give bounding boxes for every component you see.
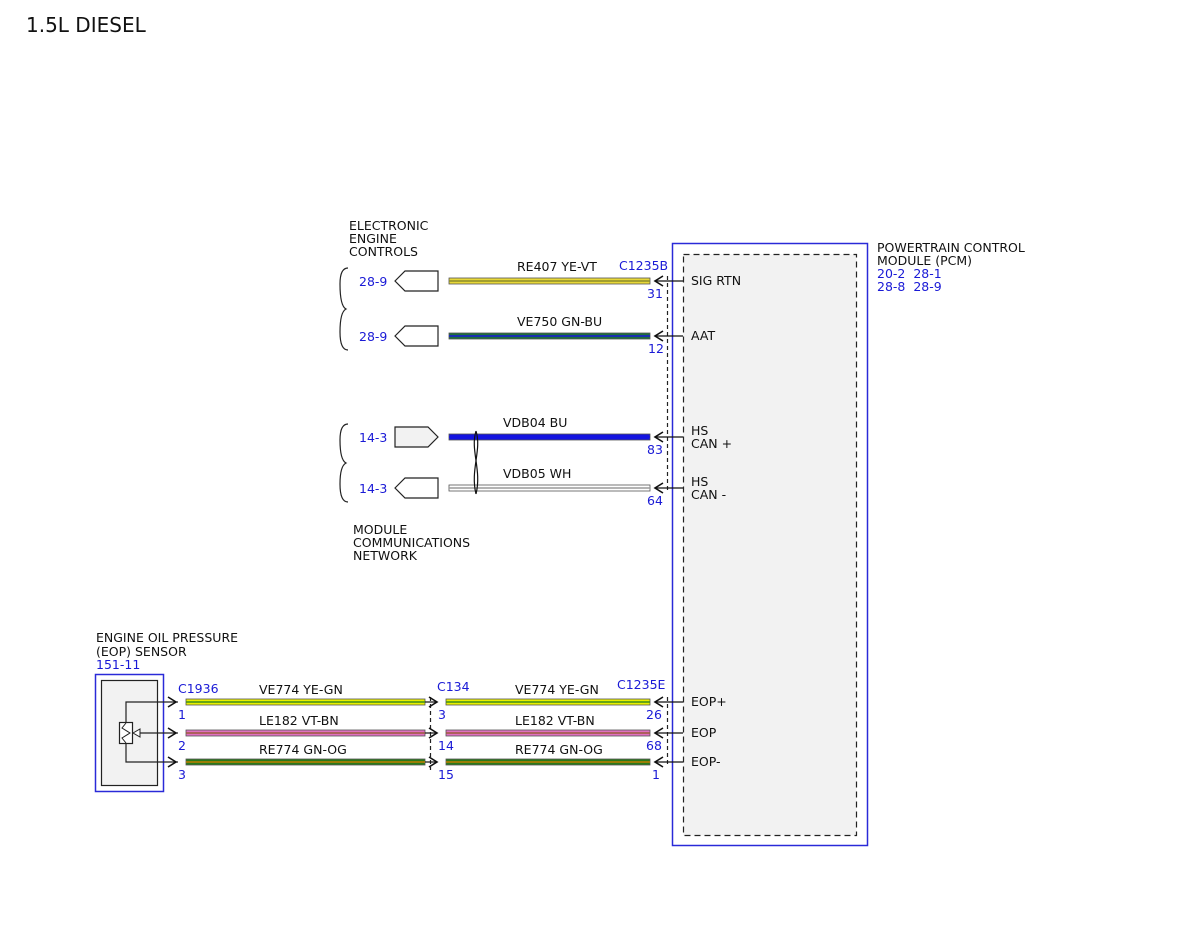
twisted-pair-icon <box>473 430 479 495</box>
sensor-pin-number: 3 <box>178 767 186 782</box>
eop-sensor-ref: 151-11 <box>96 657 140 672</box>
pcm-refs-line2: 28-8 28-9 <box>877 279 942 294</box>
signal-name: EOP+ <box>691 694 727 709</box>
pin-number: 31 <box>647 286 663 301</box>
eec-brace <box>339 267 349 351</box>
circuit-label-2: VE774 YE-GN <box>515 682 599 697</box>
page-connector-icon <box>394 477 439 499</box>
circuit-label: VDB04 BU <box>503 415 567 430</box>
circuit-ref: 28-9 <box>359 274 387 289</box>
circuit-row: 28-9 VE750 GN-BU 12 AAT <box>359 314 715 356</box>
circuit-ref: 14-3 <box>359 430 387 445</box>
wire <box>448 277 651 285</box>
eop-sensor-label-line1: ENGINE OIL PRESSURE <box>96 630 238 645</box>
network-label-line3: NETWORK <box>353 548 418 563</box>
signal-name-line2: CAN - <box>691 487 726 502</box>
circuit-label: VDB05 WH <box>503 466 571 481</box>
signal-name-line2: CAN + <box>691 436 732 451</box>
c134-pin-number: 14 <box>438 738 454 753</box>
page-connector-icon <box>394 270 439 292</box>
pcm-pin-number: 1 <box>652 767 660 782</box>
circuit-label-1: LE182 VT-BN <box>259 713 339 728</box>
wire-segment-2 <box>445 729 651 737</box>
circuit-label: VE750 GN-BU <box>517 314 602 329</box>
pcm-pin-number: 68 <box>646 738 662 753</box>
page-connector-icon <box>394 325 439 347</box>
sensor-pin-number: 2 <box>178 738 186 753</box>
signal-name: EOP- <box>691 754 721 769</box>
circuit-ref: 28-9 <box>359 329 387 344</box>
circuit-label-2: RE774 GN-OG <box>515 742 603 757</box>
wire-segment-1 <box>185 758 426 766</box>
circuit-label-1: RE774 GN-OG <box>259 742 347 757</box>
circuit-label-2: LE182 VT-BN <box>515 713 595 728</box>
connector-c1936-label: C1936 <box>178 681 219 696</box>
connector-c134-label: C134 <box>437 679 470 694</box>
c134-pin-number: 3 <box>438 707 446 722</box>
connector-c1235e-label: C1235E <box>617 677 666 692</box>
signal-name: AAT <box>691 328 715 343</box>
wire <box>448 484 651 492</box>
page-connector-icon <box>394 426 439 448</box>
wire-segment-1 <box>185 698 426 706</box>
wire <box>448 332 651 340</box>
eec-label-line3: CONTROLS <box>349 244 418 259</box>
pcm-pin-number: 26 <box>646 707 662 722</box>
eop-circuits: 1 VE774 YE-GN 3 VE774 YE-GN 26 EOP+ 2 LE182 VT-… <box>167 682 727 782</box>
pin-number: 12 <box>648 341 664 356</box>
pin-number: 83 <box>647 442 663 457</box>
circuit-row: 14-3VDB05 WH64HSCAN - <box>359 466 726 508</box>
page-title: 1.5L DIESEL <box>26 13 147 37</box>
signal-name: SIG RTN <box>691 273 741 288</box>
sensor-pin-number: 1 <box>178 707 186 722</box>
circuit-ref: 14-3 <box>359 481 387 496</box>
c134-pin-number: 15 <box>438 767 454 782</box>
wiring-diagram: 1.5L DIESEL POWERTRAIN CONTROL MODULE (P… <box>26 13 1025 847</box>
connector-c1235b-label: C1235B <box>619 258 668 273</box>
circuit-label-1: VE774 YE-GN <box>259 682 343 697</box>
wire-segment-2 <box>445 758 651 766</box>
circuit-label: RE407 YE-VT <box>517 259 597 274</box>
pcm-module: POWERTRAIN CONTROL MODULE (PCM) 20-2 28-… <box>671 240 1025 847</box>
pin-number: 64 <box>647 493 663 508</box>
wire-segment-2 <box>445 698 651 706</box>
eop-sensor: ENGINE OIL PRESSURE (EOP) SENSOR 151-11 … <box>94 630 238 793</box>
wire <box>448 433 651 441</box>
network-brace <box>339 423 349 503</box>
connector-c134: C134 <box>429 679 470 770</box>
wire-segment-1 <box>185 729 426 737</box>
signal-name: EOP <box>691 725 717 740</box>
